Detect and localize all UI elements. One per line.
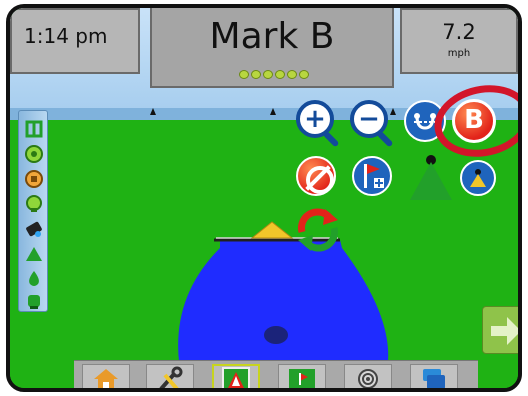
tools-icon bbox=[159, 366, 183, 388]
zoom-in-icon: + bbox=[304, 104, 326, 134]
tab-gps[interactable] bbox=[344, 364, 392, 388]
tab-layers[interactable] bbox=[410, 364, 458, 388]
lightbar-led bbox=[263, 70, 273, 79]
tilt-icon[interactable] bbox=[24, 219, 44, 239]
vehicle-icon bbox=[264, 326, 288, 344]
guidance-mode-title: Mark B bbox=[209, 16, 335, 57]
target-icon[interactable] bbox=[24, 144, 44, 164]
vehicle-view-icon bbox=[222, 367, 250, 388]
horizon-marker bbox=[390, 108, 396, 115]
app-frame: 1:14 pm Mark B 7.2 mph + − B bbox=[0, 0, 528, 396]
perspective-button[interactable] bbox=[460, 160, 496, 196]
flag-plus-icon bbox=[364, 164, 384, 188]
field-view-icon bbox=[289, 369, 315, 388]
tab-tools[interactable] bbox=[146, 364, 194, 388]
guidance-screen: 1:14 pm Mark B 7.2 mph + − B bbox=[6, 4, 522, 392]
tank-icon[interactable] bbox=[24, 291, 44, 311]
tab-home[interactable] bbox=[82, 364, 130, 388]
time-panel: 1:14 pm bbox=[10, 8, 140, 74]
boom-icon[interactable] bbox=[24, 169, 44, 189]
speed-unit: mph bbox=[447, 48, 471, 59]
lightbar-led bbox=[275, 70, 285, 79]
drop-icon[interactable] bbox=[24, 269, 44, 289]
title-panel[interactable]: Mark B bbox=[150, 8, 394, 88]
lightbar-ticks bbox=[270, 108, 276, 115]
lightbar bbox=[238, 70, 310, 80]
vehicle-view-icon[interactable] bbox=[408, 154, 454, 202]
layers-icon bbox=[423, 369, 445, 388]
tab-vehicle-view[interactable] bbox=[212, 364, 260, 388]
zoom-in-button[interactable]: + bbox=[296, 100, 340, 148]
arrow-right-icon bbox=[491, 317, 518, 345]
home-icon bbox=[94, 369, 118, 388]
lightbar-led bbox=[251, 70, 261, 79]
speed-value: 7.2 bbox=[442, 20, 476, 44]
guidance-icon[interactable] bbox=[24, 119, 44, 139]
bottom-toolbar bbox=[74, 360, 478, 388]
gps-icon bbox=[358, 369, 378, 388]
speed-panel: 7.2 mph bbox=[400, 8, 518, 74]
cancel-button[interactable] bbox=[296, 156, 336, 196]
clock-time: 1:14 pm bbox=[24, 24, 108, 48]
next-panel-button[interactable] bbox=[482, 306, 518, 354]
lightbar-led bbox=[299, 70, 309, 79]
sensor-icon[interactable] bbox=[24, 194, 44, 214]
camera-icon bbox=[470, 169, 486, 187]
status-sidebar bbox=[18, 110, 48, 312]
zoom-out-button[interactable]: − bbox=[350, 100, 394, 148]
vehicle-marker-icon bbox=[250, 221, 294, 239]
add-marker-button[interactable] bbox=[352, 156, 392, 196]
refresh-icon[interactable] bbox=[294, 206, 342, 254]
horizon-marker bbox=[150, 108, 156, 115]
zoom-out-icon: − bbox=[358, 104, 380, 134]
lightbar-led bbox=[287, 70, 297, 79]
tab-field-view[interactable] bbox=[278, 364, 326, 388]
arrow-up-icon[interactable] bbox=[24, 244, 44, 264]
lightbar-led bbox=[239, 70, 249, 79]
